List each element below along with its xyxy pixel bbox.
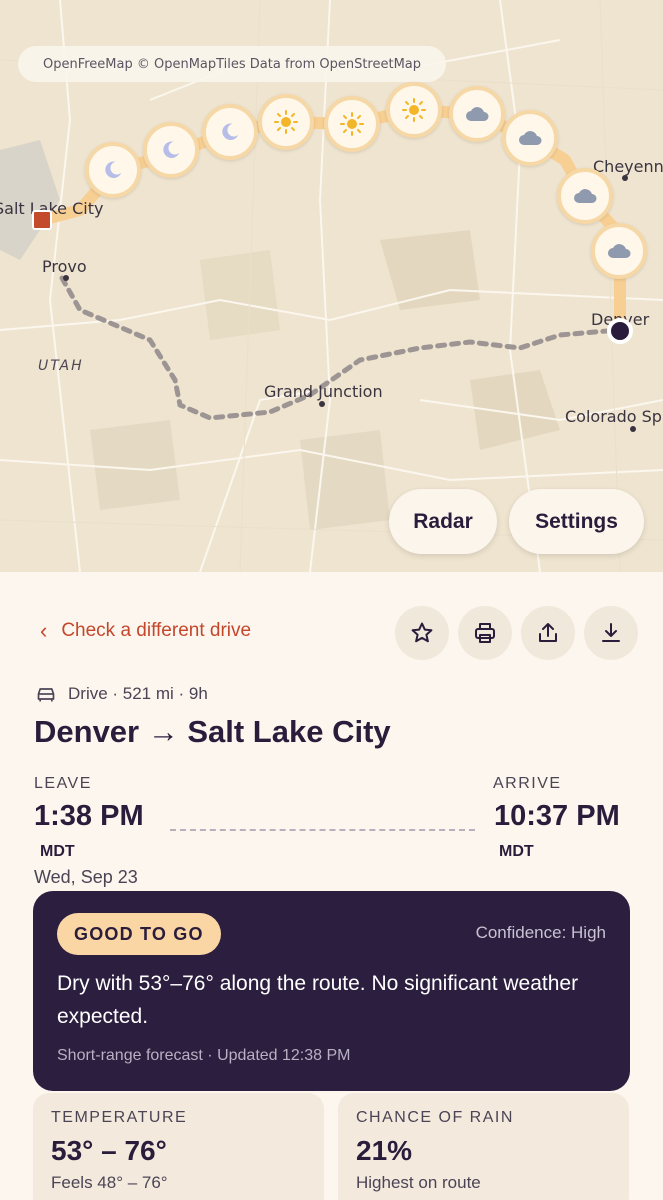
leave-timezone: MDT xyxy=(40,843,75,860)
page-title: Denver → Salt Lake City xyxy=(34,714,391,749)
state-label-utah: UTAH xyxy=(38,358,84,374)
weather-marker-moon[interactable] xyxy=(85,142,141,198)
cloud-icon xyxy=(466,107,489,121)
weather-marker-cloud[interactable] xyxy=(591,223,647,279)
car-icon xyxy=(37,688,55,702)
route-map[interactable]: OpenFreeMap © OpenMapTiles Data from Ope… xyxy=(0,0,663,572)
arrive-label: ARRIVE xyxy=(493,775,562,792)
cloud-icon xyxy=(519,131,542,145)
moon-icon xyxy=(163,141,180,158)
sun-icon xyxy=(402,98,426,122)
city-label-cheyenne: Cheyenn xyxy=(593,157,663,176)
city-label-colorado-springs: Colorado Sp xyxy=(565,407,662,426)
print-button[interactable] xyxy=(458,606,512,660)
forecast-summary: Dry with 53°–76° along the route. No sig… xyxy=(57,972,579,1028)
temperature-card: TEMPERATURE 53° – 76° Feels 48° – 76° xyxy=(33,1093,324,1200)
rain-chance-card: CHANCE OF RAIN 21% Highest on route xyxy=(338,1093,629,1200)
print-icon xyxy=(475,623,495,643)
weather-marker-moon[interactable] xyxy=(143,122,199,178)
arrive-timezone: MDT xyxy=(499,843,534,860)
weather-marker-cloud[interactable] xyxy=(449,86,505,142)
download-button[interactable] xyxy=(584,606,638,660)
origin-marker[interactable] xyxy=(32,210,52,230)
map-background xyxy=(0,0,663,572)
chevron-left-icon: ‹ xyxy=(40,618,48,643)
destination-marker[interactable] xyxy=(607,318,633,344)
share-icon xyxy=(539,623,557,642)
forecast-updated: Short-range forecast · Updated 12:38 PM xyxy=(57,1047,351,1064)
back-link[interactable]: ‹ Check a different drive xyxy=(40,618,251,644)
forecast-verdict-card: GOOD TO GO Confidence: High Dry with 53°… xyxy=(33,891,630,1091)
confidence-label: Confidence: High xyxy=(475,923,606,942)
cloud-icon xyxy=(608,244,631,258)
status-badge: GOOD TO GO xyxy=(57,913,221,955)
sun-icon xyxy=(274,110,298,134)
sun-icon xyxy=(340,112,364,136)
temperature-value: 53° – 76° xyxy=(51,1135,167,1166)
cloud-icon xyxy=(574,189,597,203)
city-label-provo: Provo xyxy=(42,257,87,276)
download-icon xyxy=(602,623,620,642)
leave-label: LEAVE xyxy=(34,775,92,792)
trip-duration-line xyxy=(170,829,475,831)
map-attribution: OpenFreeMap © OpenMapTiles Data from Ope… xyxy=(18,46,446,82)
star-icon xyxy=(411,622,433,643)
weather-marker-sun[interactable] xyxy=(258,94,314,150)
weather-marker-sun[interactable] xyxy=(386,82,442,138)
radar-button[interactable]: Radar xyxy=(389,489,497,554)
weather-marker-cloud[interactable] xyxy=(502,110,558,166)
weather-marker-cloud[interactable] xyxy=(557,168,613,224)
favorite-button[interactable] xyxy=(395,606,449,660)
leave-date: Wed, Sep 23 xyxy=(34,867,138,887)
moon-icon xyxy=(222,123,239,140)
arrive-time: 10:37 PM xyxy=(494,800,620,832)
weather-marker-moon[interactable] xyxy=(202,104,258,160)
share-button[interactable] xyxy=(521,606,575,660)
city-label-grand-junction: Grand Junction xyxy=(264,382,383,401)
rain-chance-value: 21% xyxy=(356,1135,413,1166)
moon-icon xyxy=(105,161,122,178)
rain-chance-sub: Highest on route xyxy=(356,1173,481,1192)
settings-button[interactable]: Settings xyxy=(509,489,644,554)
temperature-label: TEMPERATURE xyxy=(51,1109,188,1126)
weather-marker-sun[interactable] xyxy=(324,96,380,152)
trip-meta-text: Drive · 521 mi · 9h xyxy=(68,684,208,703)
back-link-label: Check a different drive xyxy=(61,620,252,641)
temperature-feels: Feels 48° – 76° xyxy=(51,1173,168,1192)
leave-time: 1:38 PM xyxy=(34,800,144,832)
trip-meta: Drive · 521 mi · 9h xyxy=(36,684,208,704)
rain-chance-label: CHANCE OF RAIN xyxy=(356,1109,514,1126)
